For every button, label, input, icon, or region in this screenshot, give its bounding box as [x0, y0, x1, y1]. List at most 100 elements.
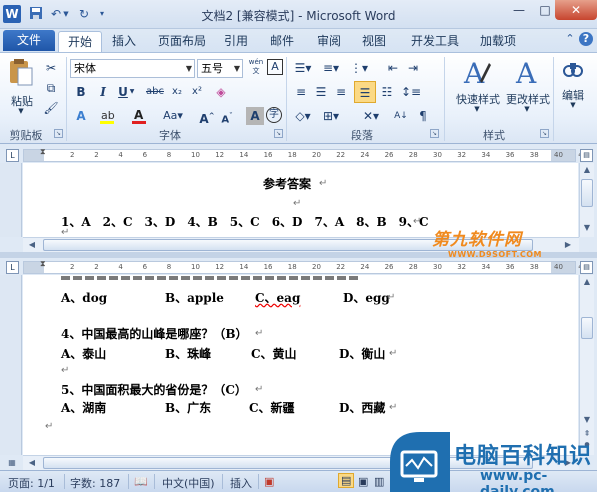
align-right-icon[interactable]: ≡ [332, 83, 350, 101]
clear-formatting-icon[interactable]: ◈ [212, 83, 230, 101]
language-status[interactable]: 中文(中国) [162, 475, 215, 491]
underline-dropdown-icon[interactable]: ▼ [128, 83, 136, 101]
scroll-left-icon[interactable]: ◀ [25, 456, 39, 470]
quick-styles-icon[interactable]: A [462, 57, 492, 90]
decrease-indent-icon[interactable]: ⇤ [384, 59, 402, 77]
enclose-characters-icon[interactable]: 字 [266, 107, 282, 123]
copy-icon[interactable]: ⧉ [42, 79, 60, 97]
paste-dropdown-icon[interactable]: ▼ [16, 107, 26, 115]
tab-mailings[interactable]: 邮件 [264, 31, 300, 52]
clipboard-launcher-icon[interactable]: ↘ [54, 129, 63, 138]
document-pane-bottom[interactable]: A、dog B、apple C、eag D、egg ↵ 4、中国最高的山峰是哪座… [23, 275, 578, 455]
superscript-icon[interactable]: x² [188, 83, 206, 101]
strikethrough-icon[interactable]: abc [146, 83, 164, 101]
insert-mode-status[interactable]: 插入 [230, 475, 252, 491]
tab-references[interactable]: 引用 [218, 31, 254, 52]
cut-icon[interactable]: ✂ [42, 59, 60, 77]
change-styles-icon[interactable]: A [512, 57, 542, 90]
ruler-tick-label: 14 [239, 151, 249, 159]
find-icon[interactable] [562, 59, 584, 81]
tab-home[interactable]: 开始 [58, 31, 102, 52]
page-count-status[interactable]: 页面: 1/1 [8, 475, 55, 491]
tab-page-layout[interactable]: 页面布局 [152, 31, 212, 52]
scroll-left-icon[interactable]: ◀ [25, 238, 39, 252]
subscript-icon[interactable]: x₂ [168, 83, 186, 101]
italic-icon[interactable]: I [94, 83, 112, 101]
paragraph-mark: ↵ [255, 384, 264, 395]
view-buttons-left[interactable]: ▦ [2, 455, 22, 470]
scroll-down-icon[interactable]: ▼ [580, 221, 594, 235]
print-layout-view-icon[interactable]: ▤ [338, 473, 355, 488]
shrink-font-icon[interactable]: Aˇ [218, 107, 236, 125]
tab-view[interactable]: 视图 [356, 31, 392, 52]
styles-launcher-icon[interactable]: ↘ [540, 129, 549, 138]
font-name-combo[interactable]: 宋体 ▼ [70, 59, 195, 78]
minimize-button[interactable]: — [506, 0, 532, 20]
macro-record-icon[interactable]: ▣ [264, 475, 274, 488]
show-hide-marks-icon[interactable]: ¶ [414, 107, 432, 125]
scroll-thumb[interactable] [581, 317, 593, 339]
help-icon[interactable]: ? [579, 32, 593, 46]
text-effects-icon[interactable]: A [72, 107, 90, 125]
paste-icon[interactable] [8, 58, 34, 88]
align-left-icon[interactable]: ≡ [292, 83, 310, 101]
increase-indent-icon[interactable]: ⇥ [404, 59, 422, 77]
font-size-combo[interactable]: 五号 ▼ [197, 59, 243, 78]
bullets-icon[interactable]: ☰▾ [292, 59, 314, 77]
sort-icon[interactable]: A↓ [392, 107, 410, 125]
distributed-icon[interactable]: ☷ [378, 83, 396, 101]
horizontal-ruler-bottom[interactable]: ⧗ 22468101214161820222426283032343638404… [23, 259, 587, 274]
full-screen-view-icon[interactable]: ▣ [358, 475, 368, 488]
multilevel-list-icon[interactable]: ⋮▾ [348, 59, 370, 77]
minimize-ribbon-icon[interactable]: ⌃ [563, 32, 577, 46]
justify-icon[interactable]: ☰ [354, 81, 376, 103]
word-count-status[interactable]: 字数: 187 [70, 475, 120, 491]
format-painter-icon[interactable]: 🖌 [42, 99, 60, 117]
line-spacing-icon[interactable]: ↕≡ [400, 83, 422, 101]
shading-icon[interactable]: ◇▾ [292, 107, 314, 125]
chinese-layout-icon[interactable]: ✕▾ [360, 107, 382, 125]
proofing-icon[interactable]: 📖 [134, 475, 148, 488]
numbering-icon[interactable]: ≡▾ [320, 59, 342, 77]
tab-selector-icon[interactable]: L [6, 261, 19, 274]
ruler-tick-label: 4 [118, 263, 123, 271]
ruler-toggle-icon[interactable]: ▤ [580, 261, 593, 274]
highlight-icon[interactable]: ab [98, 107, 116, 125]
scroll-down-icon[interactable]: ▼ [580, 413, 594, 427]
vertical-scrollbar-bottom[interactable]: ▲ ▼ ⇞ ● [579, 275, 594, 455]
chevron-down-icon[interactable]: ▼ [234, 60, 240, 77]
change-case-icon[interactable]: Aa▾ [162, 107, 184, 125]
tab-addins[interactable]: 加载项 [474, 31, 522, 52]
tab-selector-icon[interactable]: L [6, 149, 19, 162]
change-styles-dropdown-icon[interactable]: ▼ [522, 105, 532, 113]
font-color-icon[interactable]: A [130, 107, 148, 125]
paragraph-group-label: 段落 [351, 129, 373, 142]
horizontal-ruler-top[interactable]: ⧗ 22468101214161820222426283032343638404… [23, 147, 587, 162]
scroll-up-icon[interactable]: ▲ [580, 275, 594, 289]
quick-styles-dropdown-icon[interactable]: ▼ [472, 105, 482, 113]
document-pane-top[interactable]: 参考答案 ↵ ↵ 1、A 2、C 3、D 4、B 5、C 6、D 7、A 8、B… [23, 163, 578, 238]
character-shading-icon[interactable]: A [246, 107, 264, 125]
editing-dropdown-icon[interactable]: ▼ [568, 101, 578, 109]
borders-icon[interactable]: ⊞▾ [320, 107, 342, 125]
tab-review[interactable]: 审阅 [311, 31, 347, 52]
chevron-down-icon[interactable]: ▼ [186, 60, 192, 77]
grow-font-icon[interactable]: A^ [198, 107, 216, 126]
vertical-scrollbar-top[interactable]: ▲ ▼ [579, 163, 594, 237]
font-launcher-icon[interactable]: ↘ [274, 129, 283, 138]
ruler-tick-label: 22 [336, 263, 346, 271]
ruler-toggle-icon[interactable]: ▤ [580, 149, 593, 162]
character-border-icon[interactable]: A [267, 59, 283, 75]
phonetic-guide-icon[interactable]: wén 文 [247, 58, 265, 76]
tab-file[interactable]: 文件 [3, 30, 55, 51]
align-center-icon[interactable]: ☰ [312, 83, 330, 101]
web-layout-view-icon[interactable]: ▥ [374, 475, 384, 488]
tab-developer[interactable]: 开发工具 [404, 31, 466, 52]
scroll-up-icon[interactable]: ▲ [580, 163, 594, 177]
scroll-right-icon[interactable]: ▶ [561, 238, 575, 252]
bold-icon[interactable]: B [72, 83, 90, 101]
close-button[interactable]: ✕ [555, 0, 597, 20]
tab-insert[interactable]: 插入 [105, 31, 143, 52]
paragraph-launcher-icon[interactable]: ↘ [430, 129, 439, 138]
scroll-thumb[interactable] [581, 179, 593, 207]
